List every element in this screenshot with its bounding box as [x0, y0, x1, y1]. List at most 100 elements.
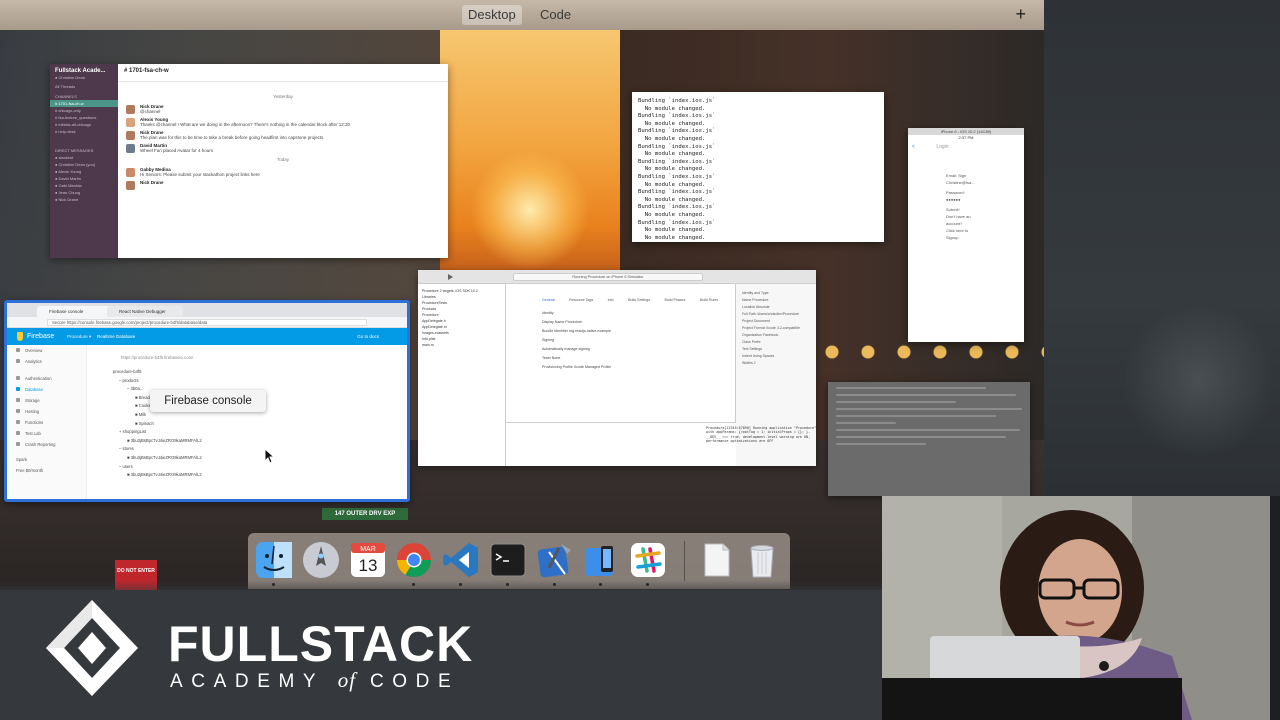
slack-channel-item[interactable]: # 1701-fsa-ch-w — [50, 100, 118, 107]
slack-window[interactable]: Fullstack Acade... ● Christine Dean All … — [50, 64, 448, 258]
launchpad-icon[interactable] — [301, 540, 341, 580]
slack-all-threads[interactable]: All Threads — [50, 83, 118, 90]
navigator-item[interactable]: main.m — [418, 342, 505, 348]
space-tab-desktop[interactable]: Desktop — [462, 5, 522, 25]
vscode-icon[interactable] — [441, 540, 481, 580]
simulator-text: account? — [946, 221, 963, 226]
slack-channel-item[interactable]: # help-desk — [50, 128, 118, 135]
space-tab-code[interactable]: Code — [534, 5, 577, 25]
firebase-page-title: Realtime Database — [97, 334, 136, 339]
simulator-signup-link[interactable]: Signup — [908, 234, 1024, 241]
spaces-bar: Desktop Code + — [0, 0, 1044, 30]
sidebar-item-crash-reporting[interactable]: Crash Reporting — [7, 439, 86, 450]
simulator-icon[interactable] — [581, 540, 621, 580]
tab-build-rules[interactable]: Build Rules — [700, 298, 718, 302]
sidebar-item-overview[interactable]: Overview — [7, 345, 86, 356]
editor-row[interactable]: Automatically manage signing — [542, 347, 729, 351]
slack-dm-item[interactable]: ● Nick Drane — [50, 196, 118, 203]
documents-icon[interactable] — [696, 540, 736, 580]
database-url[interactable]: https://procedure-b4f5.firebaseio.com/ — [91, 345, 407, 360]
xcode-toolbar: Running Procedure on iPhone 6 Simulator — [418, 270, 816, 284]
sidebar-item-authentication[interactable]: Authentication — [7, 373, 86, 384]
slack-channels-header: CHANNELS — [55, 94, 77, 99]
run-button[interactable] — [448, 274, 453, 280]
back-chevron-icon[interactable]: < — [912, 144, 915, 150]
slack-dm-item[interactable]: ● David Martin — [50, 175, 118, 182]
db-node[interactable]: ■ Milk — [113, 411, 407, 420]
inspector-row: Indent Using Spaces — [742, 354, 775, 358]
editor-row: Display Name Procedure — [542, 320, 582, 324]
sidebar-item-analytics[interactable]: Analytics — [7, 356, 86, 367]
sidebar-item-storage[interactable]: Storage — [7, 395, 86, 406]
slack-channel-item[interactable]: # fullstck-all-chicago — [50, 121, 118, 128]
sidebar-item-database[interactable]: Database — [7, 384, 86, 395]
functions-icon — [16, 420, 20, 424]
db-node[interactable]: ■ 3bu3jBsBpcTvJ4ieZRO9kaMRMFAlL2 — [113, 471, 407, 480]
address-bar[interactable]: Secure https://console.firebase.google.c… — [47, 319, 367, 326]
slack-dm-item[interactable]: ● Alexis Young — [50, 168, 118, 175]
simulator-submit-button[interactable]: Submit! — [908, 206, 1024, 213]
brand-tagline: ACADEMY of CODE — [170, 668, 459, 694]
xcode-activity-status: Running Procedure on iPhone 6 Simulator — [513, 273, 703, 281]
slack-channel-item[interactable]: # fsa-lecture_questions — [50, 114, 118, 121]
fullstack-logo-icon — [46, 600, 138, 696]
chrome-icon[interactable] — [394, 540, 434, 580]
frame-edge — [1270, 496, 1280, 720]
slack-dm-item[interactable]: ● Gabi Mankiw — [50, 182, 118, 189]
tab-resource-tags[interactable]: Resource Tags — [569, 298, 593, 302]
slack-team-name[interactable]: Fullstack Acade... — [50, 64, 118, 75]
chrome-tab-strip: Firebase console React Native Debugger — [7, 303, 407, 317]
add-space-button[interactable]: + — [1015, 4, 1026, 24]
brand-wordmark: FULLSTACK — [168, 616, 474, 672]
db-node[interactable]: – products — [113, 377, 407, 386]
calendar-icon[interactable]: MAR 13 — [348, 540, 388, 580]
project-selector[interactable]: Procedure ▾ — [67, 331, 91, 342]
db-node[interactable]: ■ Spinach — [113, 420, 407, 429]
slack-channel-item[interactable]: # chicago-only — [50, 107, 118, 114]
slack-dm-item[interactable]: ● Jean Chung — [50, 189, 118, 196]
go-to-docs-link[interactable]: Go to docs — [357, 331, 379, 342]
finder-icon[interactable] — [254, 540, 294, 580]
xcode-debug-console: Procedure[12345:67890] Running applicati… — [506, 422, 816, 466]
slack-message: David Martin Wheel Fun placed Avatar for … — [118, 141, 448, 154]
xcode-window[interactable]: Running Procedure on iPhone 6 Simulator … — [418, 270, 816, 466]
wallpaper-marquee-lights — [820, 340, 1044, 364]
terminal-icon[interactable] — [488, 540, 528, 580]
sidebar-item-test-lab[interactable]: Test Lab — [7, 428, 86, 439]
banner-fade — [0, 580, 882, 600]
screen: 147 OUTER DRV EXP DO NOT ENTER Desktop C… — [0, 0, 1280, 720]
trash-icon[interactable] — [742, 540, 782, 580]
tab-build-phases[interactable]: Build Phases — [665, 298, 686, 302]
tab-general[interactable]: General — [542, 298, 555, 302]
db-node[interactable]: ■ 3bu3jBsBpcTvJ4ieZRO9kaMRMFAlL2 — [113, 454, 407, 463]
editor-row: Bundle Identifier org.reactjs.native.exa… — [542, 329, 611, 333]
db-node[interactable]: ■ 3bu3jBsBpcTvJ4ieZRO9kaMRMFAlL2 — [113, 437, 407, 446]
slack-icon[interactable] — [628, 540, 668, 580]
slack-dm-item[interactable]: ● Christine Dean (you) — [50, 161, 118, 168]
simulator-password-input[interactable]: ●●●●●● — [908, 196, 1024, 203]
crash-icon — [16, 442, 20, 446]
speaker-webcam — [882, 496, 1270, 720]
tab-react-native-debugger[interactable]: React Native Debugger — [107, 306, 183, 317]
sidebar-item-hosting[interactable]: Hosting — [7, 406, 86, 417]
sidebar-item-functions[interactable]: Functions — [7, 417, 86, 428]
db-node[interactable]: procedure-b4f5 — [113, 368, 407, 377]
db-node[interactable]: – stores — [113, 445, 407, 454]
terminal-window[interactable]: Bundling `index.ios.js` No module change… — [632, 92, 884, 242]
mouse-cursor-icon — [264, 448, 274, 464]
editor-row[interactable]: Team None — [542, 356, 729, 360]
db-node[interactable]: + shoppingList — [113, 428, 407, 437]
wallpaper-sun — [470, 150, 590, 270]
slack-message: Nick Drane The plan was for this to be ti… — [118, 128, 448, 141]
firebase-logo-icon — [17, 332, 23, 341]
db-node[interactable]: – users — [113, 463, 407, 472]
terminal-window-2[interactable] — [828, 382, 1030, 496]
tab-build-settings[interactable]: Build Settings — [628, 298, 650, 302]
analytics-icon — [16, 359, 20, 363]
xcode-icon[interactable] — [535, 540, 575, 580]
tab-info[interactable]: Info — [608, 298, 614, 302]
simulator-email-input[interactable]: Christine@fsa... — [908, 179, 1024, 186]
slack-dm-item[interactable]: ● slackbot — [50, 154, 118, 161]
tab-firebase-console[interactable]: Firebase console — [37, 306, 111, 317]
iphone-simulator-window[interactable]: iPhone 6 - iOS 10.2 (14C89) 2:37 PM < Lo… — [908, 128, 1024, 342]
